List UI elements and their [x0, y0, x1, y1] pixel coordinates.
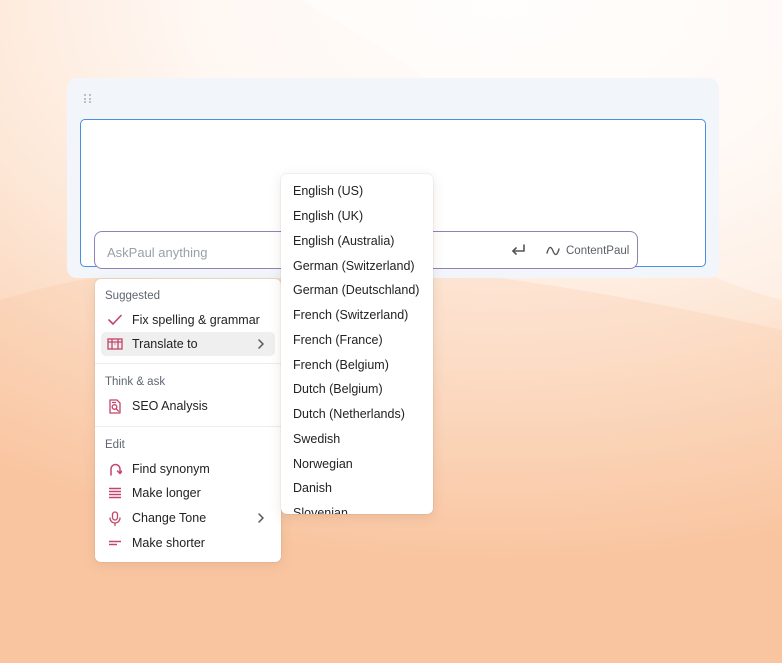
language-option[interactable]: English (Australia) [281, 230, 433, 252]
language-option[interactable]: German (Deutschland) [281, 279, 433, 301]
ask-input[interactable] [105, 241, 279, 263]
wave-icon [546, 246, 560, 256]
menu-item-make-longer[interactable]: Make longer [101, 481, 275, 505]
ai-actions-menu: Suggested Fix spelling & grammar Transla… [95, 279, 281, 562]
language-option[interactable]: Slovenian [281, 502, 433, 514]
chevron-right-icon [258, 513, 264, 523]
menu-item-translate-to[interactable]: Translate to [101, 332, 275, 356]
menu-item-label: SEO Analysis [132, 399, 208, 413]
language-option[interactable]: English (UK) [281, 205, 433, 227]
language-option[interactable]: French (France) [281, 329, 433, 351]
language-option[interactable]: Swedish [281, 428, 433, 450]
language-option[interactable]: Dutch (Netherlands) [281, 403, 433, 425]
microphone-icon [107, 510, 123, 526]
menu-item-label: Make longer [132, 486, 201, 500]
menu-divider [95, 426, 281, 427]
seo-icon [107, 398, 123, 414]
language-option[interactable]: English (US) [281, 180, 433, 202]
language-option[interactable]: Danish [281, 477, 433, 499]
section-title-edit: Edit [105, 439, 125, 451]
menu-item-fix-spelling[interactable]: Fix spelling & grammar [101, 308, 275, 332]
translate-language-submenu: English (US) English (UK) English (Austr… [281, 174, 433, 514]
menu-item-label: Make shorter [132, 536, 205, 550]
redo-arrow-icon [107, 461, 123, 477]
section-title-think-ask: Think & ask [105, 376, 166, 388]
menu-divider [95, 363, 281, 364]
menu-item-label: Translate to [132, 337, 198, 351]
menu-item-label: Fix spelling & grammar [132, 313, 260, 327]
menu-item-make-shorter[interactable]: Make shorter [101, 531, 275, 555]
translate-icon [107, 336, 123, 352]
enter-icon[interactable] [510, 243, 526, 257]
section-title-suggested: Suggested [105, 290, 160, 302]
lines-long-icon [107, 485, 123, 501]
menu-item-label: Change Tone [132, 511, 207, 525]
menu-item-label: Find synonym [132, 462, 210, 476]
menu-item-change-tone[interactable]: Change Tone [101, 506, 275, 530]
lines-short-icon [107, 535, 123, 551]
language-option[interactable]: German (Switzerland) [281, 255, 433, 277]
brand-label: ContentPaul [566, 245, 630, 257]
drag-handle-icon[interactable] [84, 94, 92, 104]
check-icon [107, 312, 123, 328]
menu-item-seo-analysis[interactable]: SEO Analysis [101, 394, 275, 418]
brand: ContentPaul [546, 243, 629, 259]
chevron-right-icon [258, 339, 264, 349]
language-option[interactable]: French (Switzerland) [281, 304, 433, 326]
language-option[interactable]: Dutch (Belgium) [281, 378, 433, 400]
language-option[interactable]: Norwegian [281, 453, 433, 475]
menu-item-find-synonym[interactable]: Find synonym [101, 457, 275, 481]
language-option[interactable]: French (Belgium) [281, 354, 433, 376]
